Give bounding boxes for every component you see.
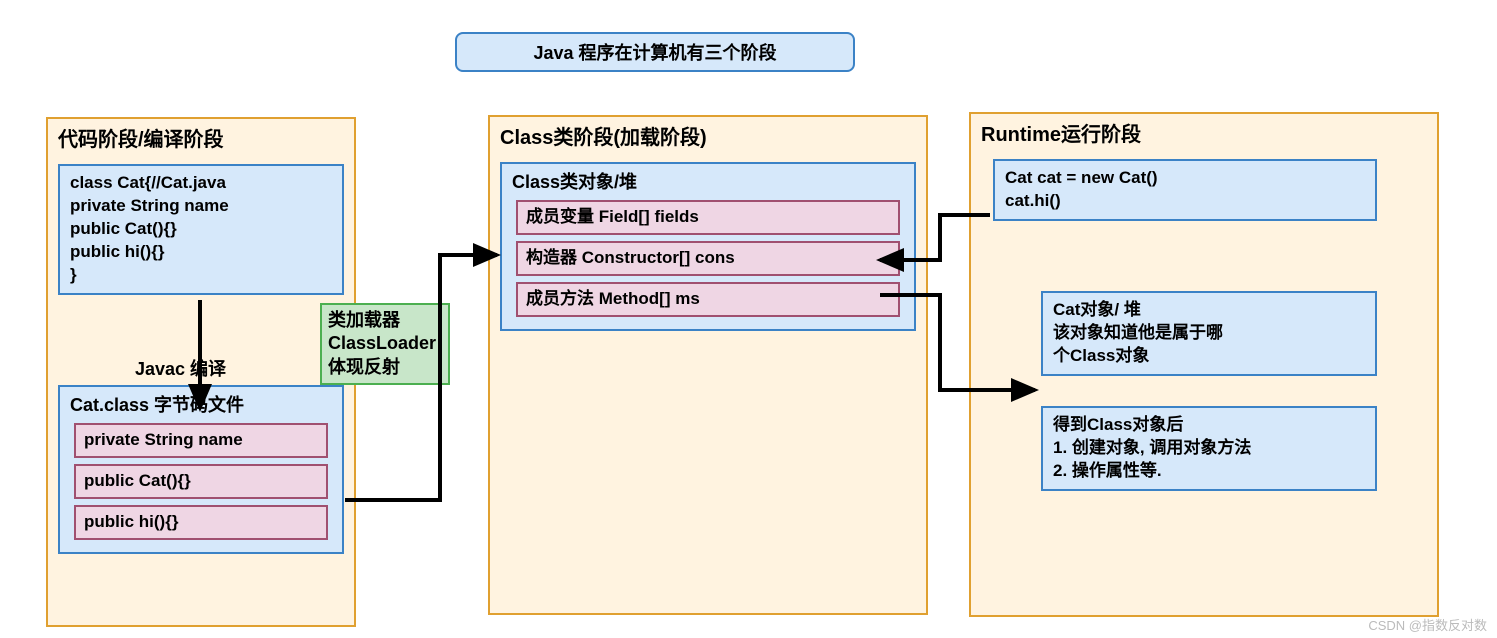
class-stage: Class类阶段(加载阶段) Class类对象/堆 成员变量 Field[] f… [488,115,928,615]
class-heap-methods: 成员方法 Method[] ms [516,282,900,317]
source-code-box: class Cat{//Cat.java private String name… [58,164,344,295]
diagram-title: Java 程序在计算机有三个阶段 [455,32,855,72]
runtime-stage-title: Runtime运行阶段 [971,114,1437,153]
class-heap-constructors: 构造器 Constructor[] cons [516,241,900,276]
class-stage-title: Class类阶段(加载阶段) [490,117,926,156]
bytecode-item-method: public hi(){} [74,505,328,540]
compile-label: Javac 编译 [135,355,226,381]
class-heap-box: Class类对象/堆 成员变量 Field[] fields 构造器 Const… [500,162,916,331]
runtime-stage: Runtime运行阶段 Cat cat = new Cat() cat.hi()… [969,112,1439,617]
class-heap-title: Class类对象/堆 [512,170,904,194]
watermark: CSDN @指数反对数 [1368,615,1487,634]
runtime-code-box: Cat cat = new Cat() cat.hi() [993,159,1377,221]
class-usage-box: 得到Class对象后 1. 创建对象, 调用对象方法 2. 操作属性等. [1041,406,1377,491]
bytecode-title: Cat.class 字节码文件 [70,393,332,417]
code-stage-title: 代码阶段/编译阶段 [48,119,354,158]
bytecode-item-constructor: public Cat(){} [74,464,328,499]
bytecode-item-field: private String name [74,423,328,458]
classloader-box: 类加载器 ClassLoader 体现反射 [320,303,450,385]
cat-object-box: Cat对象/ 堆 该对象知道他是属于哪 个Class对象 [1041,291,1377,376]
class-heap-fields: 成员变量 Field[] fields [516,200,900,235]
bytecode-box: Cat.class 字节码文件 private String name publ… [58,385,344,554]
